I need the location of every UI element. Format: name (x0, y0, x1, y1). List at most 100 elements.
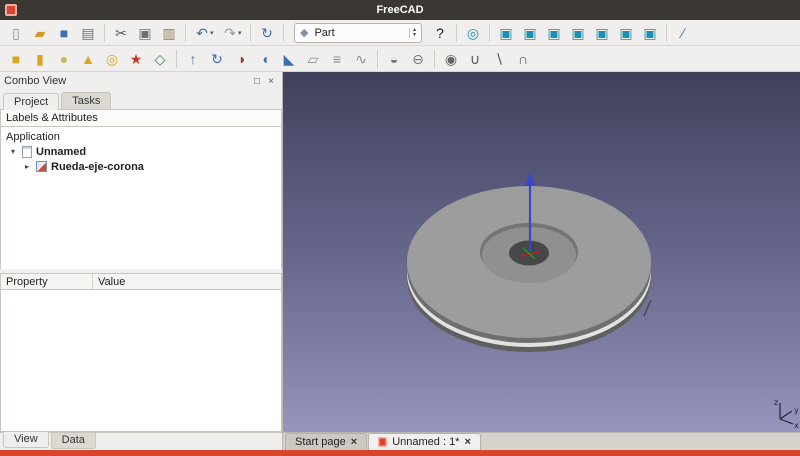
window-title: FreeCAD (0, 4, 800, 16)
section-button[interactable]: ◒ (382, 48, 406, 70)
freecad-file-icon (378, 437, 387, 447)
tree-item-label: Application (6, 131, 60, 143)
shape-builder-button[interactable]: ◇ (148, 48, 172, 70)
paste-button[interactable]: ▥ (157, 22, 181, 44)
toolbar-separator (185, 24, 186, 42)
cross-sections-button[interactable]: ⊖ (406, 48, 430, 70)
close-panel-icon[interactable]: × (264, 76, 278, 87)
part-cylinder-button[interactable]: ▮ (28, 48, 52, 70)
print-document-button[interactable]: ▤ (76, 22, 100, 44)
left-view-button[interactable]: ▣ (638, 22, 662, 44)
copy-button[interactable]: ▣ (133, 22, 157, 44)
tab-unnamed-document[interactable]: Unnamed : 1* × (368, 433, 481, 450)
toolbar-separator (283, 24, 284, 42)
measure-distance-button[interactable]: ∕ (671, 22, 695, 44)
workbench-selector-value: Part (314, 27, 404, 39)
property-view-tabs: View Data (0, 432, 282, 450)
sweep-button[interactable]: ∿ (349, 48, 373, 70)
toolbar-separator (104, 24, 105, 42)
refresh-button[interactable]: ↻ (255, 22, 279, 44)
toolbar-separator (176, 50, 177, 68)
mirror-button[interactable]: ◑ (229, 48, 253, 70)
axis-label-x: x (794, 421, 799, 430)
part-primitives-button[interactable]: ★ (124, 48, 148, 70)
toolbar-separator (456, 24, 457, 42)
axis-label-z: z (774, 398, 778, 407)
fillet-button[interactable]: ◖ (253, 48, 277, 70)
tab-label: Start page (295, 436, 346, 448)
property-table-header: Property Value (0, 273, 282, 290)
make-face-button[interactable]: ▱ (301, 48, 325, 70)
workbench-selector[interactable]: ◆ Part ▴ ▾ (294, 23, 422, 43)
revolve-button[interactable]: ↻ (205, 48, 229, 70)
part-torus-button[interactable]: ◎ (100, 48, 124, 70)
toolbar-standard: ▯ ▰ ■ ▤ ✂ ▣ ▥ ↶ ▾ ↷ ▾ ↻ ◆ Part ▴ ▾ ? ◎ ▣… (0, 20, 800, 46)
property-table-body[interactable] (0, 290, 282, 432)
close-tab-icon[interactable]: × (351, 436, 357, 448)
close-tab-icon[interactable]: × (464, 436, 470, 448)
combo-view-header[interactable]: Combo View □ × (0, 72, 282, 90)
3d-viewport[interactable]: z y x (283, 72, 800, 432)
tab-view[interactable]: View (3, 432, 49, 448)
combo-view-title: Combo View (4, 75, 250, 87)
property-column-header[interactable]: Property (1, 274, 93, 289)
new-document-button[interactable]: ▯ (4, 22, 28, 44)
value-column-header[interactable]: Value (93, 274, 281, 289)
axonometric-view-button[interactable]: ▣ (494, 22, 518, 44)
ruled-surface-button[interactable]: ≡ (325, 48, 349, 70)
axis-cross-indicator (780, 403, 793, 424)
bottom-view-button[interactable]: ▣ (614, 22, 638, 44)
combobox-down-icon: ▾ (413, 33, 416, 38)
tab-project[interactable]: Project (3, 93, 59, 110)
part-sphere-button[interactable]: ● (52, 48, 76, 70)
document-icon (22, 146, 32, 158)
part-object-icon (36, 161, 47, 172)
tree-item-unnamed[interactable]: ▾ Unnamed (1, 144, 281, 159)
toolbar-part: ■ ▮ ● ▲ ◎ ★ ◇ ↑ ↻ ◑ ◖ ◣ ▱ ≡ ∿ ◒ ⊖ ◉ ∪ ∖ … (0, 46, 800, 72)
fit-all-button[interactable]: ◎ (461, 22, 485, 44)
save-document-button[interactable]: ■ (52, 22, 76, 44)
tab-data[interactable]: Data (51, 433, 96, 449)
boolean-union-button[interactable]: ∪ (463, 48, 487, 70)
freecad-window: FreeCAD ▯ ▰ ■ ▤ ✂ ▣ ▥ ↶ ▾ ↷ ▾ ↻ ◆ Part ▴… (0, 0, 800, 456)
tab-tasks[interactable]: Tasks (61, 92, 111, 109)
combo-view-panel: Combo View □ × Project Tasks Labels & At… (0, 72, 283, 450)
expand-arrow-icon[interactable]: ▸ (25, 162, 36, 171)
tab-start-page[interactable]: Start page × (285, 433, 367, 450)
cut-button[interactable]: ✂ (109, 22, 133, 44)
combo-view-tabs: Project Tasks (0, 90, 282, 110)
chamfer-button[interactable]: ◣ (277, 48, 301, 70)
float-panel-icon[interactable]: □ (250, 76, 264, 87)
undo-dropdown-icon[interactable]: ▾ (210, 29, 218, 37)
window-edge (0, 450, 800, 456)
toolbar-separator (666, 24, 667, 42)
toolbar-separator (377, 50, 378, 68)
toolbar-separator (250, 24, 251, 42)
mdi-tab-bar: Start page × Unnamed : 1* × (283, 432, 800, 450)
tree-item-application[interactable]: Application (1, 129, 281, 144)
model-tree: Application ▾ Unnamed ▸ Rueda-eje-corona (0, 127, 282, 269)
rear-view-button[interactable]: ▣ (590, 22, 614, 44)
boolean-cut-button[interactable]: ∖ (487, 48, 511, 70)
redo-dropdown-icon[interactable]: ▾ (238, 29, 246, 37)
part-cone-button[interactable]: ▲ (76, 48, 100, 70)
part-box-button[interactable]: ■ (4, 48, 28, 70)
collapse-arrow-icon[interactable]: ▾ (11, 147, 22, 156)
boolean-intersection-button[interactable]: ∩ (511, 48, 535, 70)
toolbar-separator (489, 24, 490, 42)
document-area: z y x Start page × Unnamed : 1* × (283, 72, 800, 450)
right-view-button[interactable]: ▣ (566, 22, 590, 44)
whats-this-button[interactable]: ? (428, 22, 452, 44)
tree-item-rueda-eje-corona[interactable]: ▸ Rueda-eje-corona (1, 159, 281, 174)
axis-label-y: y (794, 406, 799, 415)
top-view-button[interactable]: ▣ (542, 22, 566, 44)
tree-column-header: Labels & Attributes (0, 110, 282, 127)
boolean-operation-button[interactable]: ◉ (439, 48, 463, 70)
combobox-arrows-icon[interactable]: ▴ ▾ (409, 28, 419, 38)
tree-item-label: Rueda-eje-corona (51, 161, 144, 173)
open-document-button[interactable]: ▰ (28, 22, 52, 44)
front-view-button[interactable]: ▣ (518, 22, 542, 44)
freecad-logo-icon (5, 4, 17, 16)
extrude-button[interactable]: ↑ (181, 48, 205, 70)
part-workbench-icon: ◆ (300, 26, 308, 39)
